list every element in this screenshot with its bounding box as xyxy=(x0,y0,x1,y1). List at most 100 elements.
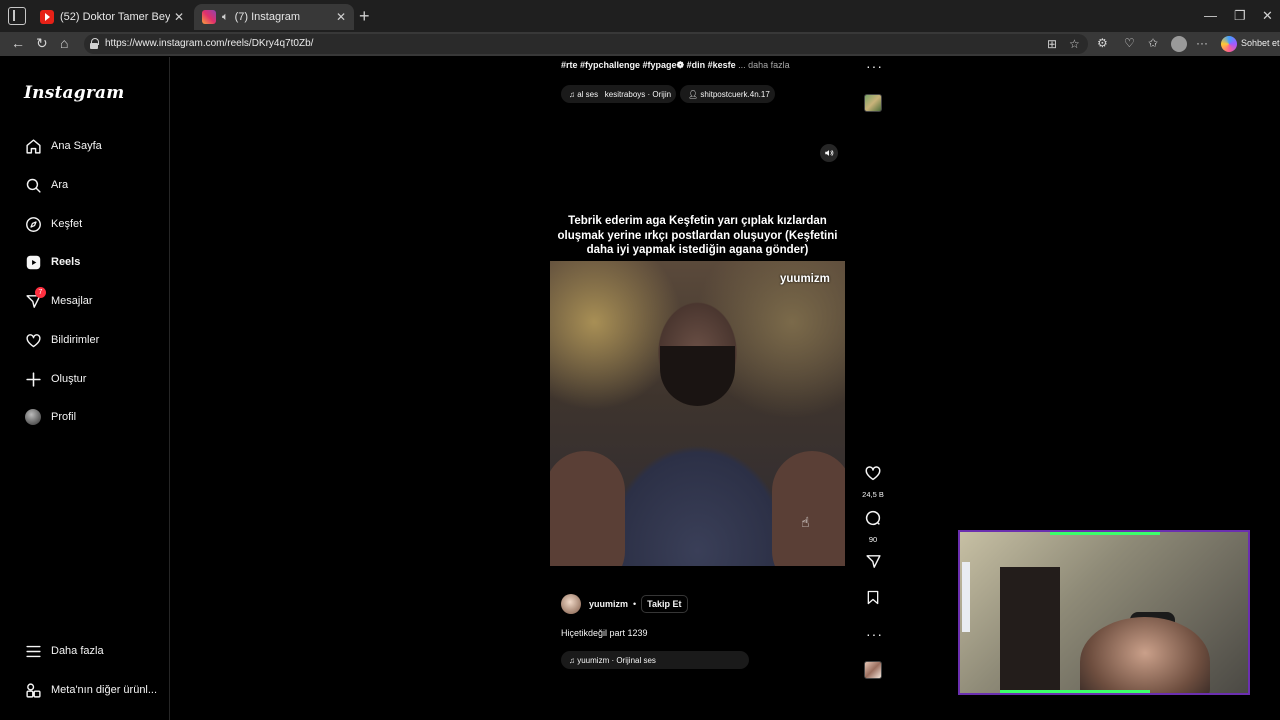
sidebar-item-label: Daha fazla xyxy=(51,645,104,657)
sidebar-item-label: Oluştur xyxy=(51,373,87,385)
speaker-icon[interactable]: 🔈︎ xyxy=(222,11,229,24)
separator-dot: • xyxy=(633,599,637,609)
notification-badge: 7 xyxy=(35,287,46,298)
sidebar-item-home[interactable]: Ana Sayfa xyxy=(24,135,102,157)
more-options-icon[interactable]: ··· xyxy=(1196,36,1208,50)
sidebar-item-label: Ara xyxy=(51,179,69,191)
like-count: 24,5 B xyxy=(862,490,884,499)
close-window-icon[interactable]: ✕ xyxy=(1262,8,1273,24)
home-icon xyxy=(24,137,42,155)
video-watermark: yuumizm xyxy=(780,273,830,285)
profile-avatar[interactable] xyxy=(1171,36,1187,52)
sidebar-item-messages[interactable]: 7 Mesajlar xyxy=(24,287,93,312)
reel-description[interactable]: Hiçetikdeğil part 1239 xyxy=(561,628,648,638)
meta-apps-icon xyxy=(24,681,42,699)
like-button[interactable]: 24,5 B xyxy=(862,464,884,499)
sidebar-item-label: Bildirimler xyxy=(51,334,100,346)
mouse-cursor-icon: ☝︎ xyxy=(801,514,810,530)
username[interactable]: yuumizm xyxy=(589,599,628,609)
follow-button[interactable]: Takip Et xyxy=(641,595,688,613)
extensions-icon[interactable]: ⚙ xyxy=(1097,36,1108,50)
tagged-user-text: shitpostcuerk.4n.17 xyxy=(700,89,770,99)
share-button[interactable] xyxy=(862,553,884,575)
previous-reel-hashtags[interactable]: #rte #fypchallenge #fypage❁ #din #kesfe … xyxy=(561,60,790,71)
sidebar-item-label: Keşfet xyxy=(51,218,83,230)
restore-icon[interactable]: ❐ xyxy=(1234,8,1246,24)
sidebar-item-label: Mesajlar xyxy=(51,295,93,307)
tagged-user-pill[interactable]: 👤︎ shitpostcuerk.4n.17 xyxy=(680,85,775,103)
plus-icon xyxy=(24,370,42,388)
volume-icon[interactable] xyxy=(820,144,838,162)
sidebar-item-more[interactable]: Daha fazla xyxy=(24,640,104,662)
audio-pill[interactable]: ♫ yuumizm · Orijinal ses xyxy=(561,651,749,669)
audio-pill[interactable]: ♫ al ses kesitraboys · Orijin xyxy=(561,85,676,103)
messenger-icon: 7 xyxy=(24,287,46,310)
copilot-icon[interactable] xyxy=(1221,36,1237,52)
more-options-icon[interactable]: ··· xyxy=(866,626,883,642)
instagram-sidebar: Instagram Ana Sayfa Ara Keşfet Reels 7 M… xyxy=(8,57,170,720)
sidebar-item-search[interactable]: Ara xyxy=(24,174,68,196)
address-toolbar: ← ↻ ⌂ https://www.instagram.com/reels/DK… xyxy=(0,32,1280,56)
refresh-icon[interactable]: ↻ xyxy=(36,35,48,52)
tab-actions-icon[interactable] xyxy=(8,7,26,25)
browser-tab-bar: (52) Doktor Tamer Bey - Merhaba ✕ 🔈︎ (7)… xyxy=(0,0,1280,32)
minimize-icon[interactable]: — xyxy=(1204,8,1217,23)
compass-icon xyxy=(24,215,42,233)
tab-title: (7) Instagram xyxy=(234,11,301,23)
menu-icon xyxy=(24,642,42,660)
reels-icon xyxy=(24,253,42,271)
tab-youtube[interactable]: (52) Doktor Tamer Bey - Merhaba ✕ xyxy=(32,4,192,30)
new-tab-icon[interactable]: + xyxy=(359,6,370,27)
browser-essentials-icon[interactable]: ♡ xyxy=(1124,36,1135,50)
copilot-chat-label[interactable]: Sohbet et xyxy=(1241,38,1280,48)
heart-icon xyxy=(24,331,42,349)
lock-icon[interactable] xyxy=(90,38,99,49)
app-install-icon[interactable]: ⊞ xyxy=(1047,37,1057,51)
sidebar-item-label: Reels xyxy=(51,256,81,268)
sidebar-item-profile[interactable]: Profil xyxy=(24,406,76,428)
address-bar[interactable]: https://www.instagram.com/reels/DKry4q7t… xyxy=(84,34,1088,54)
music-note-icon: ♫ xyxy=(569,655,578,665)
sidebar-item-notifications[interactable]: Bildirimler xyxy=(24,329,99,351)
sidebar-item-meta-apps[interactable]: Meta'nın diğer ürünl... xyxy=(24,679,157,701)
user-icon: 👤︎ xyxy=(688,89,701,99)
more-options-icon[interactable]: ··· xyxy=(866,58,883,74)
favorite-star-icon[interactable]: ☆ xyxy=(1069,37,1080,51)
sidebar-item-explore[interactable]: Keşfet xyxy=(24,213,82,235)
instagram-icon xyxy=(202,10,216,24)
tab-instagram[interactable]: 🔈︎ (7) Instagram ✕ xyxy=(194,4,354,30)
audio-thumbnail[interactable] xyxy=(864,94,882,112)
reel-author: yuumizm • Takip Et xyxy=(561,594,688,614)
avatar xyxy=(24,408,42,426)
save-button[interactable] xyxy=(862,589,884,611)
comment-button[interactable]: 90 xyxy=(862,509,884,544)
comment-count: 90 xyxy=(868,535,878,544)
tab-title: (52) Doktor Tamer Bey - Merhaba xyxy=(60,11,170,23)
heart-icon xyxy=(864,464,882,487)
sidebar-item-label: Profil xyxy=(51,411,77,423)
favorites-icon[interactable]: ✩ xyxy=(1148,36,1158,50)
url-text[interactable]: https://www.instagram.com/reels/DKry4q7t… xyxy=(105,38,313,49)
more-link[interactable]: ... daha fazla xyxy=(738,60,790,70)
search-icon xyxy=(24,176,42,194)
instagram-logo[interactable]: Instagram xyxy=(24,83,124,103)
audio-thumbnail[interactable] xyxy=(864,661,882,679)
avatar[interactable] xyxy=(561,594,581,614)
close-icon[interactable]: ✕ xyxy=(336,10,346,24)
comment-icon xyxy=(864,509,882,532)
sidebar-item-label: Meta'nın diğer ürünl... xyxy=(51,684,158,696)
reel-caption-overlay: Tebrik ederim aga Keşfetin yarı çıplak k… xyxy=(557,215,838,256)
youtube-icon xyxy=(40,10,54,24)
close-icon[interactable]: ✕ xyxy=(174,10,184,24)
share-icon xyxy=(865,553,882,575)
home-icon[interactable]: ⌂ xyxy=(60,35,68,51)
sidebar-item-label: Ana Sayfa xyxy=(51,140,102,152)
hashtags-text[interactable]: #rte #fypchallenge #fypage❁ #din #kesfe xyxy=(561,60,736,70)
bookmark-icon xyxy=(865,589,881,611)
back-icon[interactable]: ← xyxy=(11,35,25,51)
music-note-icon: ♫ xyxy=(569,89,578,99)
webcam-overlay xyxy=(958,530,1250,695)
audio-pill-text: al ses kesitraboys · Orijin xyxy=(577,89,672,99)
sidebar-item-reels[interactable]: Reels xyxy=(24,251,80,273)
sidebar-item-create[interactable]: Oluştur xyxy=(24,368,86,390)
